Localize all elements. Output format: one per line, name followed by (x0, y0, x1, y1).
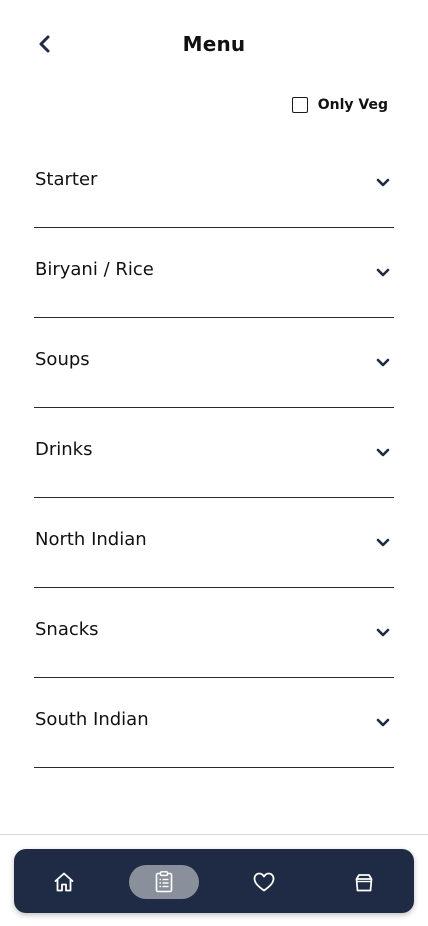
chevron-down-icon (376, 176, 390, 190)
bag-icon (355, 874, 373, 892)
chevron-down-icon (376, 266, 390, 280)
category-row-north-indian[interactable]: North Indian (34, 498, 394, 588)
tab-menu[interactable] (129, 865, 199, 899)
category-row-biryani-rice[interactable]: Biryani / Rice (34, 228, 394, 318)
chevron-down-icon (376, 716, 390, 730)
tab-home[interactable] (29, 865, 99, 899)
only-veg-filter[interactable]: Only Veg (291, 97, 388, 113)
category-label: Snacks (35, 619, 99, 640)
category-label: Soups (35, 349, 90, 370)
chevron-down-icon (376, 536, 390, 550)
bottom-tab-bar (14, 849, 414, 913)
category-row-drinks[interactable]: Drinks (34, 408, 394, 498)
category-label: Starter (35, 169, 98, 190)
category-row-starter[interactable]: Starter (34, 138, 394, 228)
clipboard-icon (155, 871, 173, 893)
category-row-snacks[interactable]: Snacks (34, 588, 394, 678)
only-veg-label: Only Veg (317, 97, 388, 113)
category-label: Drinks (35, 439, 93, 460)
category-label: North Indian (35, 529, 147, 550)
heart-icon (253, 872, 275, 892)
tab-cart[interactable] (329, 865, 399, 899)
header: Menu (0, 0, 428, 90)
page-title: Menu (182, 32, 246, 56)
category-row-south-indian[interactable]: South Indian (34, 678, 394, 768)
category-label: South Indian (35, 709, 149, 730)
tab-favorites[interactable] (229, 865, 299, 899)
chevron-down-icon (376, 446, 390, 460)
chevron-down-icon (376, 626, 390, 640)
menu-category-list: Starter Biryani / Rice Soups Drinks Nort… (34, 138, 394, 768)
only-veg-checkbox[interactable] (291, 97, 308, 113)
home-icon (54, 872, 74, 892)
category-row-soups[interactable]: Soups (34, 318, 394, 408)
chevron-down-icon (376, 356, 390, 370)
category-label: Biryani / Rice (35, 259, 154, 280)
